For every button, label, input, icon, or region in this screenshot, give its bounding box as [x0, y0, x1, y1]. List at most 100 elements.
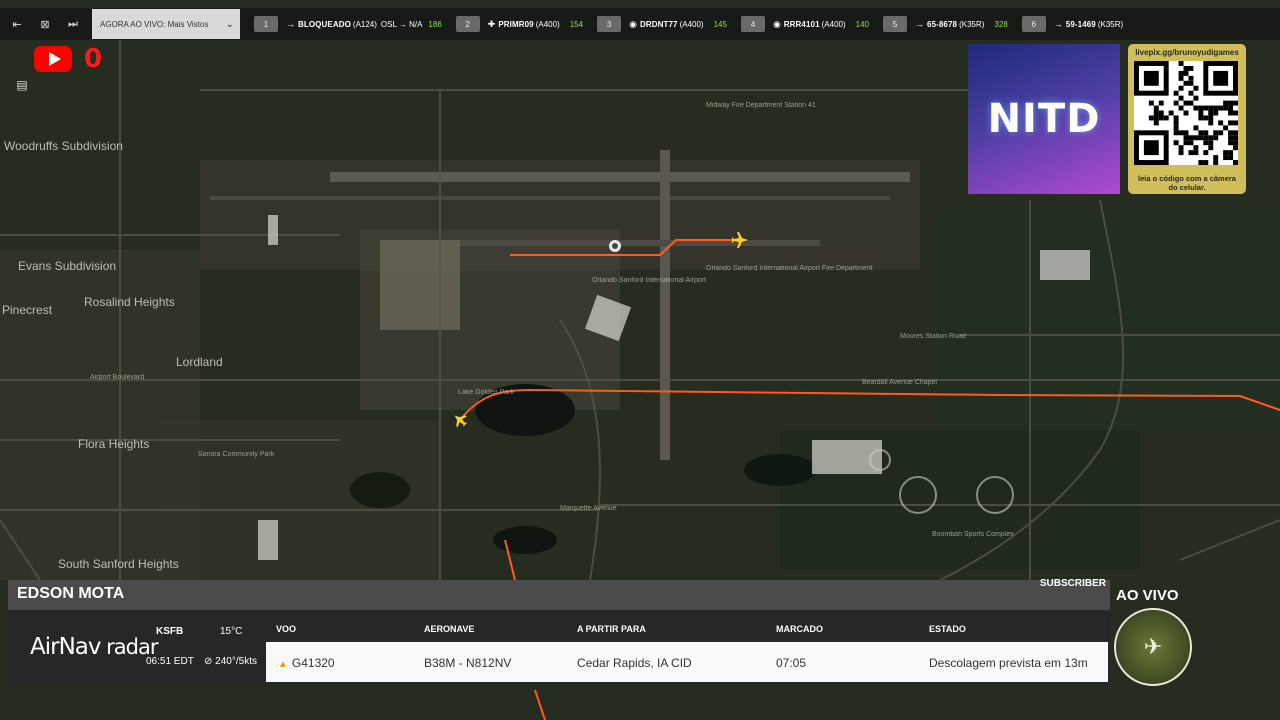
- cell-status: Descolagem prevista em 13m: [929, 656, 1088, 670]
- slot-number: 2: [455, 16, 480, 32]
- slot-number: 3: [597, 16, 622, 32]
- donation-qr-panel[interactable]: livepix.gg/brunoyudigames leia o código …: [1128, 44, 1246, 194]
- map-label: Midway Fire Department Station 41: [706, 102, 816, 109]
- map-label: Boombah Sports Complex: [932, 531, 1014, 538]
- map-label: Airport Boulevard: [90, 374, 144, 381]
- flight-slot[interactable]: 4 ◉ RRR4101 (A400) 140: [740, 14, 870, 34]
- youtube-counter: 0: [84, 44, 103, 74]
- map-label: Orlando Sanford International Airport: [592, 277, 706, 284]
- slot-aircraft-type: (A400): [535, 19, 560, 29]
- helicopter-icon: ✚: [487, 18, 496, 29]
- slot-callsign: 59-1469: [1065, 19, 1096, 29]
- plane-icon: →: [915, 19, 925, 29]
- slot-aircraft-type: (A400): [821, 19, 846, 29]
- header-flight: VOO: [276, 624, 297, 634]
- airport-code: KSFB: [156, 626, 184, 637]
- slot-callsign: 65-8678: [927, 19, 958, 29]
- flight-number: G41320: [291, 656, 335, 670]
- map-label: Lordland: [176, 355, 223, 369]
- nitd-logo-text: NITD: [987, 96, 1101, 142]
- plane-icon: →: [1053, 19, 1063, 29]
- wind-value: 240°/5kts: [215, 656, 257, 667]
- slot-altitude: 145: [713, 19, 727, 29]
- airnav-brand: AirNav: [30, 634, 101, 660]
- live-view-dropdown[interactable]: AGORA AO VIVO: Mais Vistos ⌄: [92, 9, 240, 39]
- slot-altitude: 154: [569, 19, 584, 29]
- map-label: Sanora Community Park: [198, 451, 275, 458]
- slot-number: 1: [254, 16, 278, 32]
- flight-slot[interactable]: 5 → 65-8678 (K35R) 328: [883, 14, 1008, 34]
- map-label: Marquette Avenue: [560, 505, 617, 512]
- slot-aircraft-type: (K35R): [959, 19, 985, 29]
- slot-number: 5: [883, 16, 908, 32]
- map-label: South Sanford Heights: [58, 557, 179, 571]
- map-label: Moores Station Road: [900, 333, 966, 340]
- temperature: 15°C: [220, 626, 243, 637]
- top-flight-bar: ⇤ ⊠ ⏭ AGORA AO VIVO: Mais Vistos ⌄ 1 → BLO…: [0, 8, 1280, 40]
- map-label: Lake Golden Park: [458, 389, 515, 396]
- slot-aircraft-type: (A124): [352, 19, 377, 29]
- flight-slot[interactable]: 2 ✚ PRIMR09 (A400) 154: [455, 14, 584, 34]
- live-label: AO VIVO: [1116, 587, 1179, 604]
- slot-callsign: PRIMR09: [498, 19, 534, 29]
- channel-badge-icon: ✈: [1114, 608, 1192, 686]
- expand-icon[interactable]: ⊠: [34, 13, 56, 35]
- flight-slot[interactable]: 1 → BLOQUEADO (A124) OSL → N/A 186: [254, 14, 442, 34]
- map-label: Orlando Sanford International Airport Fi…: [706, 265, 873, 272]
- departure-board: AirNav radar KSFB 06:51 EDT 15°C ⊘ 240°/…: [8, 610, 1110, 686]
- header-route: A PARTIR PARA: [577, 624, 646, 634]
- cell-flight: ▲ G41320: [278, 656, 335, 670]
- map-label: Evans Subdivision: [18, 259, 116, 273]
- slot-callsign: RRR4101: [783, 19, 820, 29]
- map-label: Beardall Avenue Chapel: [862, 379, 937, 386]
- youtube-icon[interactable]: [34, 46, 72, 72]
- flight-slot[interactable]: 6 → 59-1469 (K35R): [1021, 14, 1133, 34]
- slot-aircraft-type: (K35R): [1097, 19, 1124, 29]
- wind-readout: ⊘ 240°/5kts: [204, 656, 257, 667]
- flight-slot[interactable]: 3 ◉ DRDNT77 (A400) 145: [597, 14, 727, 34]
- cell-scheduled: 07:05: [776, 656, 807, 670]
- map-label: Pinecrest: [2, 303, 53, 317]
- play-next-icon[interactable]: ⏭: [62, 13, 84, 35]
- layers-icon[interactable]: ▤: [12, 78, 32, 94]
- location-pin-icon[interactable]: [609, 240, 621, 252]
- slot-aircraft-type: (A400): [679, 19, 704, 29]
- qr-caption: leia o código com a câmera do celular.: [1138, 174, 1236, 192]
- slot-altitude: 328: [994, 19, 1008, 29]
- target-icon: ◉: [772, 18, 781, 29]
- collapse-panel-icon[interactable]: ⇤: [6, 13, 28, 35]
- stream-overlay: Woodruffs Subdivision Evans Subdivision …: [0, 0, 1280, 720]
- local-time: 06:51 EDT: [146, 656, 194, 667]
- wind-icon: ⊘: [204, 656, 213, 667]
- map-label: Woodruffs Subdivision: [4, 139, 123, 153]
- airnav-logo: AirNav radar: [30, 634, 159, 660]
- dropdown-label: AGORA AO VIVO: Mais Vistos: [100, 19, 209, 29]
- slot-altitude: 140: [855, 19, 870, 29]
- subscriber-label: SUBSCRIBER: [1039, 578, 1106, 589]
- streamer-name: EDSON MOTA: [17, 585, 125, 602]
- cell-route: Cedar Rapids, IA CID: [577, 656, 692, 670]
- map-label: Flora Heights: [78, 437, 149, 451]
- qr-url: livepix.gg/brunoyudigames: [1135, 48, 1239, 57]
- header-aircraft: AERONAVE: [424, 624, 475, 634]
- slot-altitude: 186: [428, 19, 442, 29]
- cell-aircraft: B38M - N812NV: [424, 656, 512, 670]
- header-scheduled: MARCADO: [776, 624, 823, 634]
- qr-code-image: [1134, 61, 1238, 165]
- flight-info-panel: EDSON MOTA SUBSCRIBER AirNav radar KSFB …: [0, 578, 1110, 688]
- target-icon: ◉: [629, 18, 637, 29]
- slot-number: 6: [1021, 16, 1046, 32]
- plane-icon: →: [286, 19, 295, 29]
- streamer-bar: EDSON MOTA SUBSCRIBER: [8, 578, 1110, 610]
- nitd-logo: NITD: [968, 44, 1120, 194]
- header-status: ESTADO: [929, 624, 966, 634]
- slot-route: OSL → N/A: [380, 19, 423, 29]
- flight-slot-list: 1 → BLOQUEADO (A124) OSL → N/A 186 2 ✚ PRIMR09 (A…: [240, 14, 1133, 34]
- table-row[interactable]: ▲ G41320 B38M - N812NV Cedar Rapids, IA C…: [266, 642, 1108, 682]
- slot-number: 4: [740, 16, 765, 32]
- chevron-down-icon: ⌄: [225, 18, 234, 30]
- slot-callsign: DRDNT77: [639, 19, 678, 29]
- map-label: Rosalind Heights: [84, 295, 175, 309]
- slot-callsign: BLOQUEADO: [298, 19, 351, 29]
- departing-flight-icon: ▲: [278, 659, 288, 670]
